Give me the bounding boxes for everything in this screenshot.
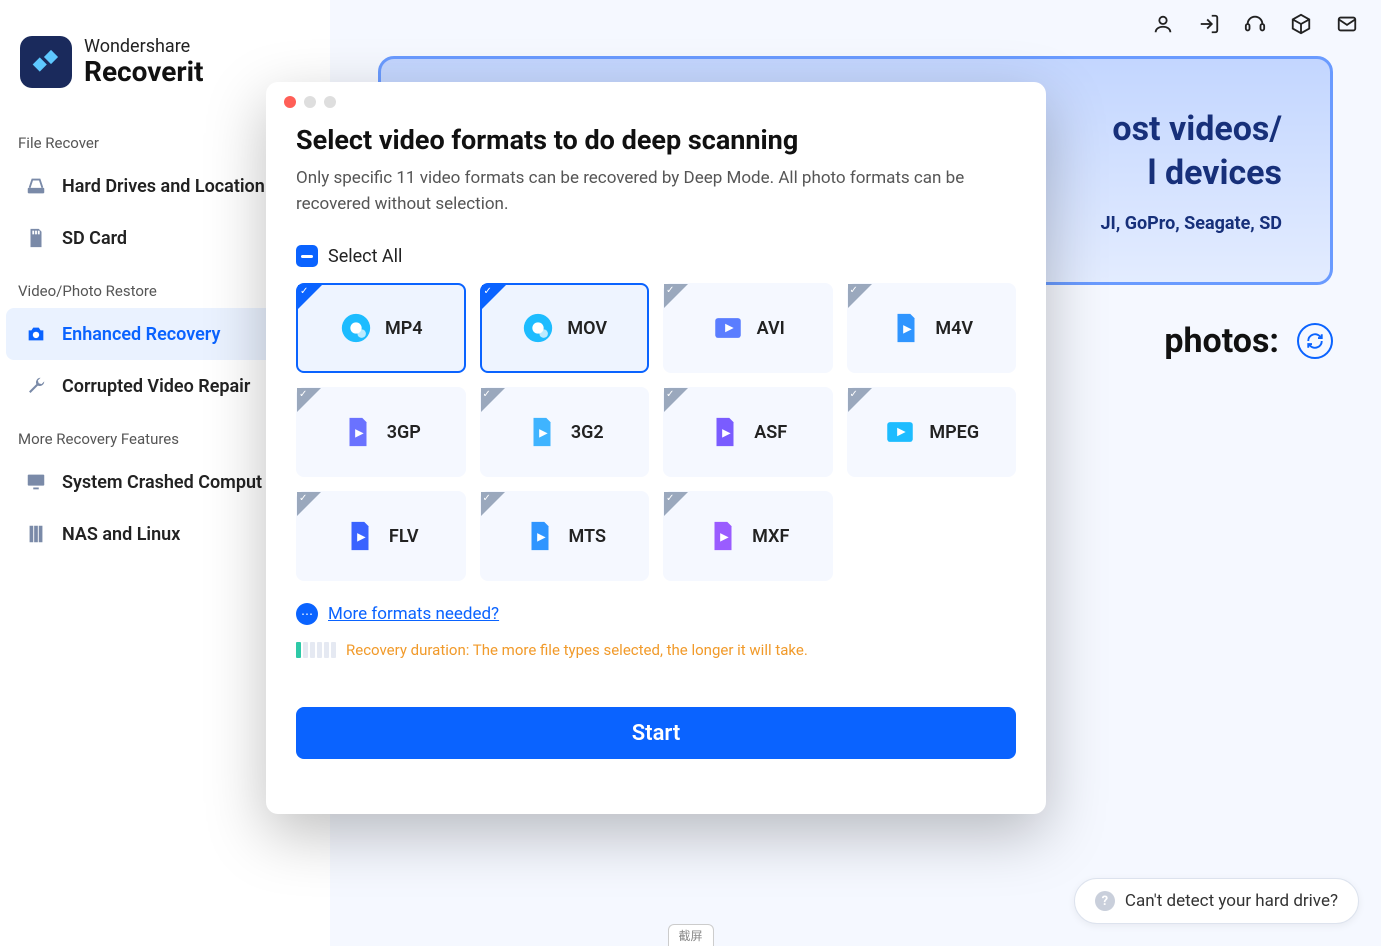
- check-icon: ✓: [299, 389, 307, 400]
- format-file-icon: [521, 311, 555, 345]
- modal-title: Select video formats to do deep scanning: [296, 124, 1016, 156]
- logo-mark-icon: [20, 36, 72, 88]
- wrench-icon: [24, 374, 48, 398]
- select-all-checkbox[interactable]: [296, 245, 318, 267]
- sidebar-item-label: NAS and Linux: [62, 524, 180, 545]
- more-formats-row: ⋯ More formats needed?: [296, 603, 1016, 625]
- help-pill-label: Can't detect your hard drive?: [1125, 891, 1338, 911]
- select-all-label: Select All: [328, 246, 402, 267]
- format-card-3g2[interactable]: ✓ 3G2: [480, 387, 650, 477]
- format-file-icon: [525, 415, 559, 449]
- check-icon: ✓: [666, 389, 674, 400]
- format-label: 3G2: [571, 422, 604, 443]
- format-card-mpeg[interactable]: ✓ MPEG: [847, 387, 1017, 477]
- format-file-icon: [339, 311, 373, 345]
- maximize-icon[interactable]: [324, 96, 336, 108]
- brand-line2: Recoverit: [84, 57, 204, 88]
- duration-note-row: Recovery duration: The more file types s…: [296, 641, 1016, 659]
- more-formats-link[interactable]: More formats needed?: [328, 604, 499, 624]
- sidebar-item-label: Corrupted Video Repair: [62, 376, 250, 397]
- close-icon[interactable]: [284, 96, 296, 108]
- format-label: ASF: [754, 422, 787, 443]
- format-file-icon: [343, 519, 377, 553]
- format-label: AVI: [757, 318, 785, 339]
- chat-bubble-icon: ⋯: [296, 603, 318, 625]
- check-icon: ✓: [850, 389, 858, 400]
- format-file-icon: [706, 519, 740, 553]
- duration-note: Recovery duration: The more file types s…: [346, 641, 808, 659]
- account-icon[interactable]: [1149, 10, 1177, 38]
- package-icon[interactable]: [1287, 10, 1315, 38]
- format-card-mov[interactable]: ✓ MOV: [480, 283, 650, 373]
- sidebar-item-label: Enhanced Recovery: [62, 324, 220, 345]
- format-file-icon: [889, 311, 923, 345]
- mail-icon[interactable]: [1333, 10, 1361, 38]
- check-icon: ✓: [484, 286, 492, 297]
- question-icon: ?: [1095, 891, 1115, 911]
- format-card-3gp[interactable]: ✓ 3GP: [296, 387, 466, 477]
- photos-label: photos:: [1164, 321, 1279, 361]
- check-icon: ✓: [850, 285, 858, 296]
- format-label: MPEG: [929, 422, 979, 443]
- check-icon: ✓: [666, 285, 674, 296]
- login-icon[interactable]: [1195, 10, 1223, 38]
- support-icon[interactable]: [1241, 10, 1269, 38]
- camera-icon: [24, 322, 48, 346]
- screenshot-tag: 截屏: [667, 924, 713, 946]
- modal-subtitle: Only specific 11 video formats can be re…: [296, 166, 1016, 217]
- format-label: M4V: [935, 318, 973, 339]
- format-card-mxf[interactable]: ✓ MXF: [663, 491, 833, 581]
- format-file-icon: [711, 311, 745, 345]
- format-card-mp4[interactable]: ✓ MP4: [296, 283, 466, 373]
- format-card-mts[interactable]: ✓ MTS: [480, 491, 650, 581]
- modal-window-controls: [266, 82, 1046, 108]
- check-icon: ✓: [483, 389, 491, 400]
- check-icon: ✓: [300, 286, 308, 297]
- format-grid: ✓ MP4 ✓ MOV ✓ AVI ✓ M4V ✓ 3GP ✓ 3G2 ✓ ASF ✓ MPEG ✓ FLV ✓ MT…: [296, 283, 1016, 581]
- format-file-icon: [883, 415, 917, 449]
- drive-icon: [24, 174, 48, 198]
- format-label: MOV: [567, 318, 607, 339]
- check-icon: ✓: [666, 493, 674, 504]
- start-button[interactable]: Start: [296, 707, 1016, 759]
- monitor-icon: [24, 470, 48, 494]
- sidebar-item-label: Hard Drives and Location: [62, 176, 265, 197]
- sdcard-icon: [24, 226, 48, 250]
- select-all-row[interactable]: Select All: [296, 245, 1016, 267]
- format-card-m4v[interactable]: ✓ M4V: [847, 283, 1017, 373]
- duration-bar-icon: [296, 642, 336, 658]
- sidebar-item-label: SD Card: [62, 228, 127, 249]
- format-card-asf[interactable]: ✓ ASF: [663, 387, 833, 477]
- refresh-icon[interactable]: [1297, 323, 1333, 359]
- help-pill[interactable]: ? Can't detect your hard drive?: [1074, 878, 1359, 924]
- format-label: MP4: [385, 318, 423, 339]
- server-icon: [24, 522, 48, 546]
- format-file-icon: [523, 519, 557, 553]
- minimize-icon[interactable]: [304, 96, 316, 108]
- format-file-icon: [708, 415, 742, 449]
- format-modal: Select video formats to do deep scanning…: [266, 82, 1046, 814]
- brand-line1: Wondershare: [84, 37, 204, 57]
- header-icon-row: [1149, 10, 1361, 38]
- format-label: MTS: [569, 526, 606, 547]
- format-label: MXF: [752, 526, 789, 547]
- format-label: 3GP: [387, 422, 421, 443]
- format-card-avi[interactable]: ✓ AVI: [663, 283, 833, 373]
- format-card-flv[interactable]: ✓ FLV: [296, 491, 466, 581]
- format-file-icon: [341, 415, 375, 449]
- check-icon: ✓: [483, 493, 491, 504]
- format-label: FLV: [389, 526, 419, 547]
- check-icon: ✓: [299, 493, 307, 504]
- sidebar-item-label: System Crashed Comput: [62, 472, 262, 493]
